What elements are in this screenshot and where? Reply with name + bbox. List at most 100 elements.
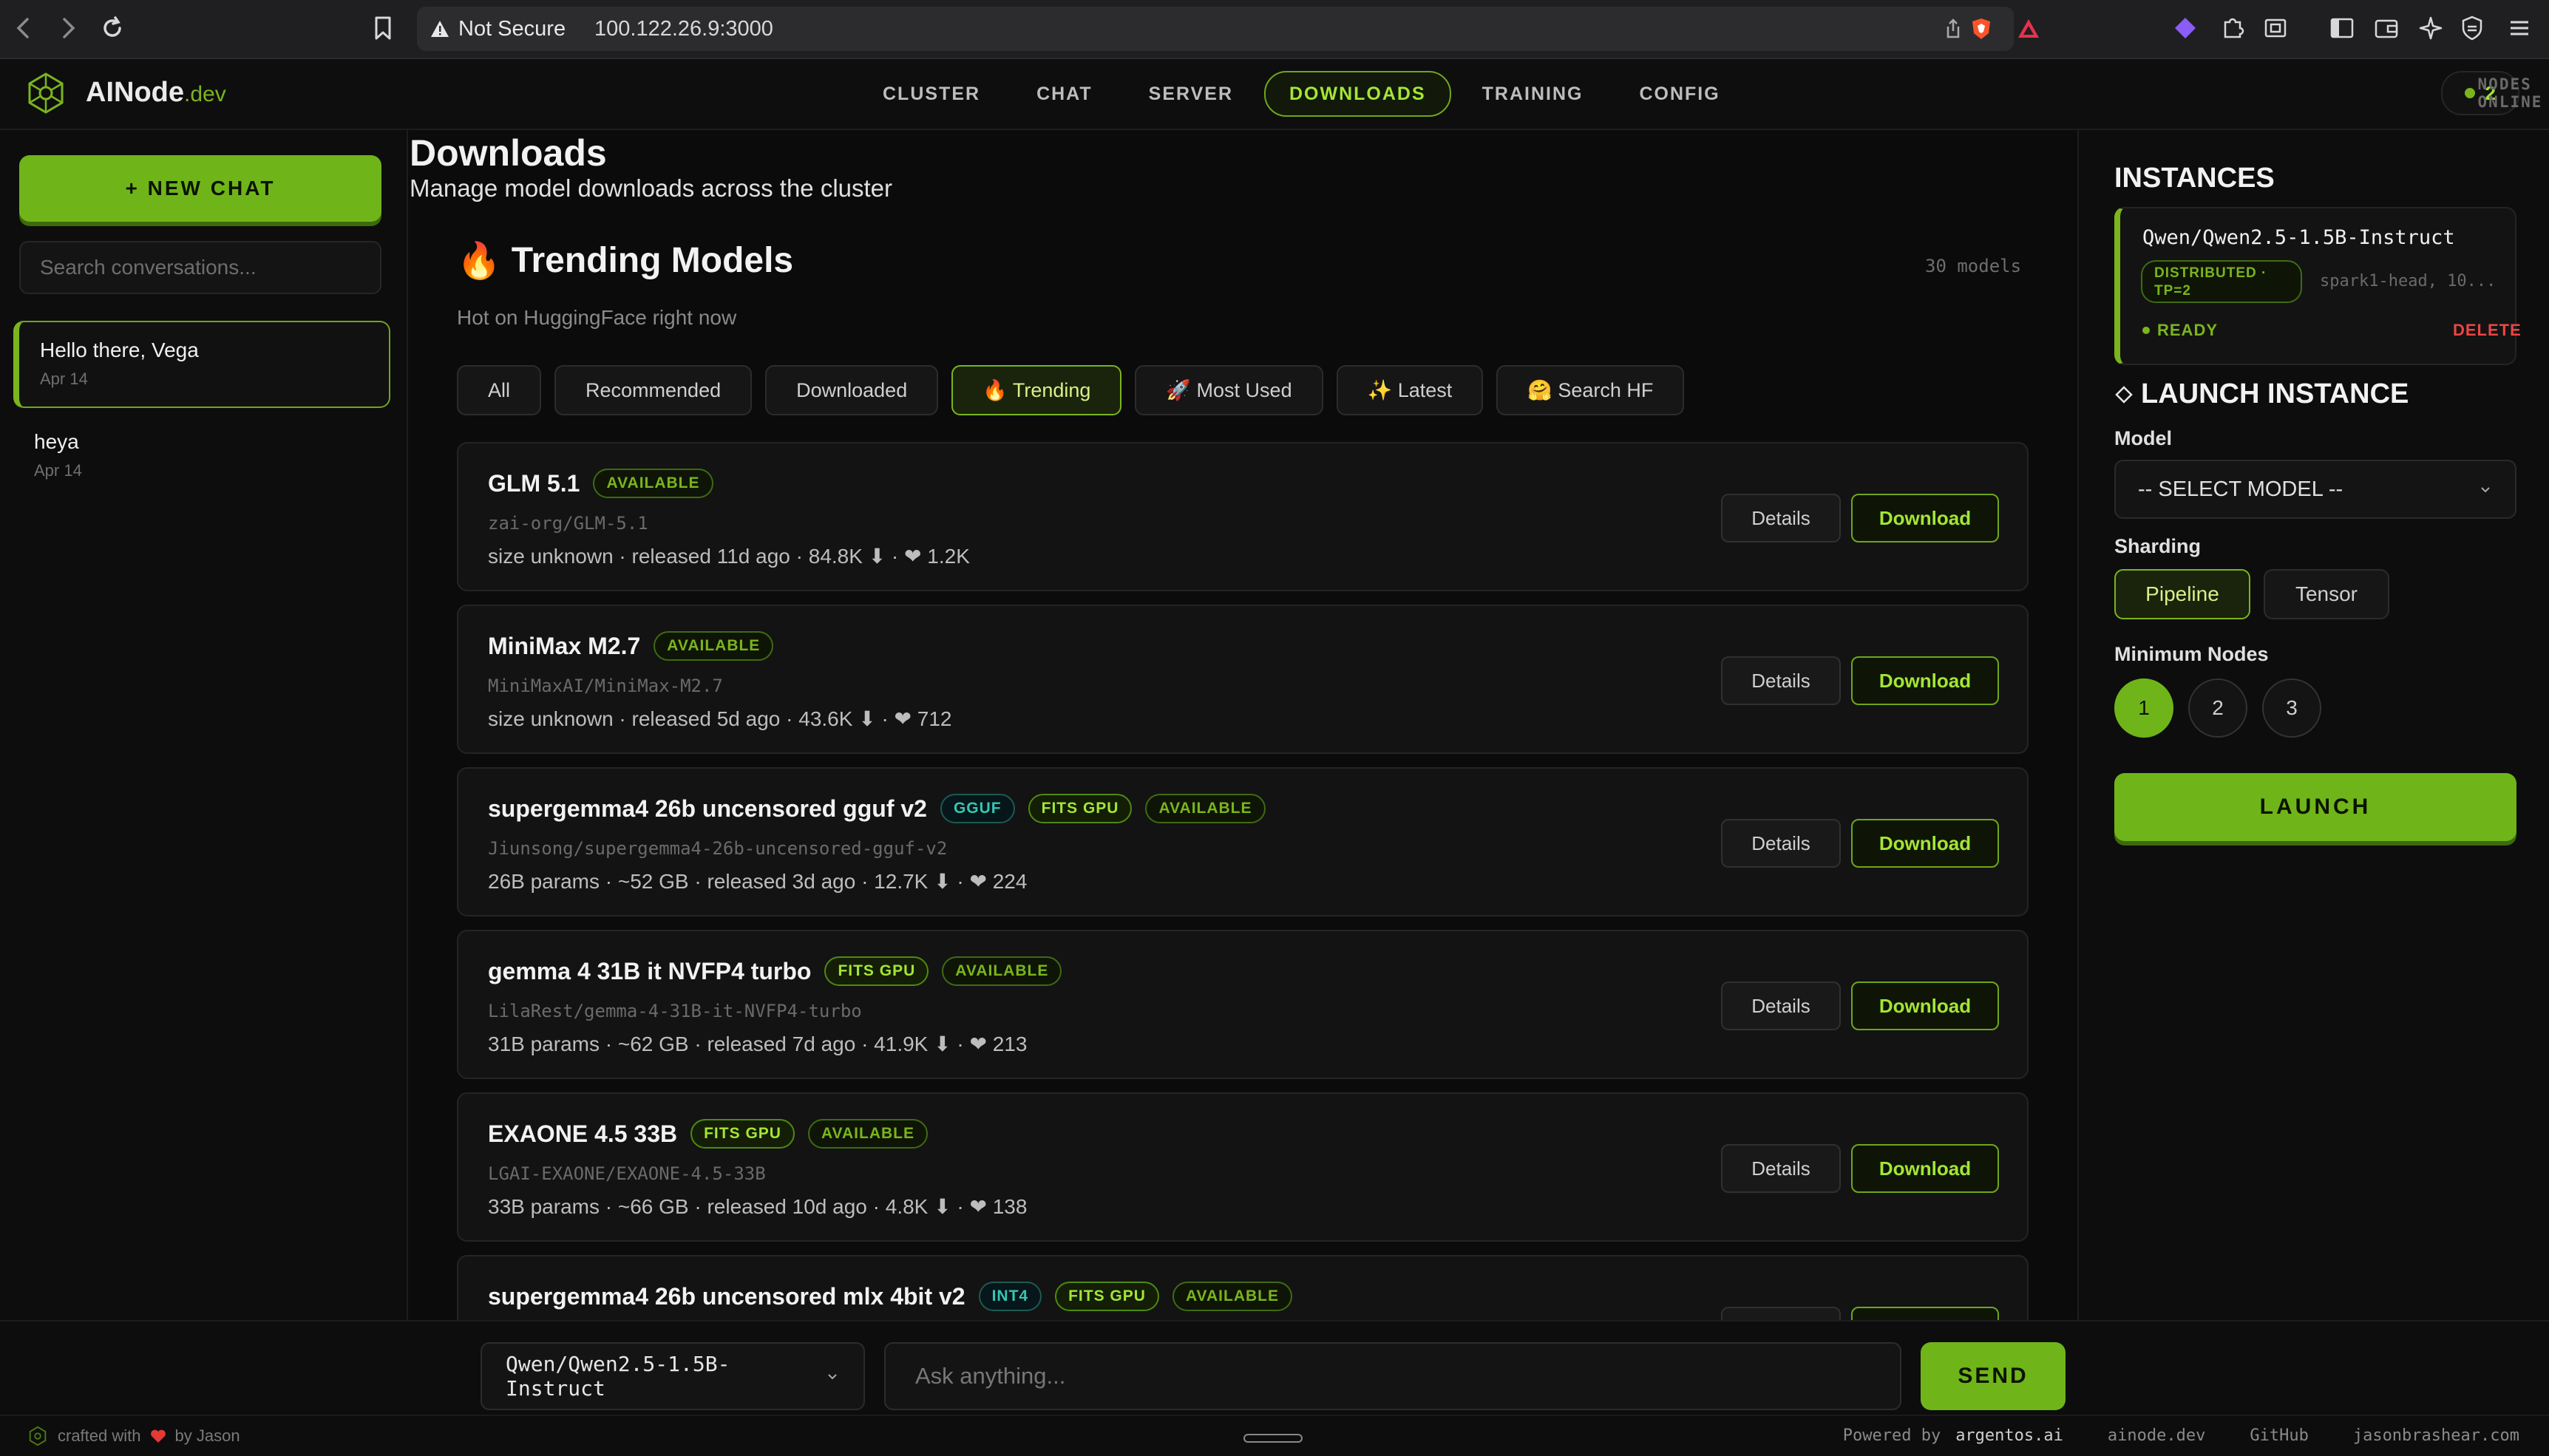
- reload-icon[interactable]: [98, 13, 127, 43]
- min-nodes-1-button[interactable]: 1: [2114, 678, 2173, 738]
- chevron-right-icon[interactable]: [53, 13, 83, 43]
- warning-triangle-icon[interactable]: [430, 20, 449, 38]
- nodes-online-badge[interactable]: 2 NODES ONLINE: [2440, 71, 2541, 115]
- download-button[interactable]: Download: [1851, 494, 1999, 542]
- logo-text[interactable]: AINode.dev: [86, 77, 226, 109]
- launch-button[interactable]: LAUNCH: [2114, 773, 2516, 841]
- sharding-pipeline-button[interactable]: Pipeline: [2114, 569, 2250, 619]
- launch-instance-title: LAUNCH INSTANCE: [2114, 378, 2409, 410]
- download-button[interactable]: Download: [1851, 1144, 1999, 1193]
- tab-cluster[interactable]: CLUSTER: [858, 71, 1005, 117]
- model-card[interactable]: supergemma4 26b uncensored mlx 4bit v2 IN…: [457, 1255, 2029, 1320]
- model-badge-available: AVAILABLE: [593, 469, 713, 498]
- wallet-icon[interactable]: [2372, 13, 2401, 43]
- filter-search-hf[interactable]: 🤗 Search HF: [1496, 365, 1685, 415]
- drag-handle[interactable]: [1243, 1434, 1303, 1443]
- send-button[interactable]: SEND: [1921, 1342, 2066, 1410]
- details-button[interactable]: Details: [1721, 656, 1841, 705]
- sidebar: + NEW CHAT Hello there, Vega Apr 14 heya…: [0, 130, 408, 1320]
- model-repo: Jiunsong/supergemma4-26b-uncensored-gguf…: [488, 838, 948, 859]
- puzzle-icon[interactable]: [2218, 13, 2247, 43]
- chat-model-select[interactable]: Qwen/Qwen2.5-1.5B-Instruct: [481, 1342, 865, 1410]
- crafted-suffix: by Jason: [174, 1426, 240, 1445]
- model-name-row: gemma 4 31B it NVFP4 turbo FITS GPU AVAILA…: [488, 956, 1062, 986]
- filter-latest[interactable]: ✨ Latest: [1336, 365, 1484, 415]
- model-card[interactable]: supergemma4 26b uncensored gguf v2 GGUF FI…: [457, 767, 2029, 916]
- sharding-tensor-button[interactable]: Tensor: [2264, 569, 2389, 619]
- section-subtitle: Hot on HuggingFace right now: [457, 306, 737, 329]
- footer-links: Powered by argentos.ai ainode.dev GitHub…: [1843, 1426, 2519, 1445]
- tab-downloads[interactable]: DOWNLOADS: [1264, 71, 1451, 117]
- delete-instance-button[interactable]: DELETE: [2453, 321, 2522, 340]
- details-button[interactable]: Details: [1721, 819, 1841, 868]
- share-icon[interactable]: [1941, 17, 1965, 41]
- model-card[interactable]: GLM 5.1 AVAILABLE zai-org/GLM-5.1 size unkn…: [457, 442, 2029, 591]
- filter-tabs: All Recommended Downloaded 🔥 Trending 🚀 …: [457, 365, 1685, 415]
- sharding-label: Sharding: [2114, 535, 2202, 557]
- model-badge-available: AVAILABLE: [1172, 1282, 1292, 1311]
- footer-link-ainode[interactable]: ainode.dev: [2108, 1426, 2205, 1445]
- search-conversations-input[interactable]: [19, 241, 381, 294]
- brave-rewards-icon[interactable]: [2017, 17, 2040, 41]
- logo-name: AINode: [86, 77, 184, 108]
- model-badge-gguf: GGUF: [940, 794, 1015, 823]
- extension-diamond-icon[interactable]: [2170, 13, 2200, 43]
- tab-server[interactable]: SERVER: [1124, 71, 1258, 117]
- model-card[interactable]: gemma 4 31B it NVFP4 turbo FITS GPU AVAILA…: [457, 930, 2029, 1079]
- address-bar[interactable]: Not Secure 100.122.26.9:3000: [417, 7, 2039, 51]
- filter-recommended[interactable]: Recommended: [554, 365, 753, 415]
- screenshot-icon[interactable]: [2261, 13, 2290, 43]
- footer-link-github[interactable]: GitHub: [2250, 1426, 2308, 1445]
- filter-downloaded[interactable]: Downloaded: [765, 365, 939, 415]
- model-card[interactable]: MiniMax M2.7 AVAILABLE MiniMaxAI/MiniMax-M…: [457, 605, 2029, 754]
- network-node-icon[interactable]: [22, 69, 69, 117]
- download-button[interactable]: Download: [1851, 819, 1999, 868]
- filter-trending[interactable]: 🔥 Trending: [951, 365, 1122, 415]
- details-button[interactable]: Details: [1721, 494, 1841, 542]
- model-card[interactable]: EXAONE 4.5 33B FITS GPU AVAILABLE LGAI-EXAO…: [457, 1092, 2029, 1242]
- tab-config[interactable]: CONFIG: [1614, 71, 1745, 117]
- ask-input[interactable]: [884, 1342, 1901, 1410]
- footer-link-website[interactable]: jasonbrashear.com: [2353, 1426, 2519, 1445]
- tab-training[interactable]: TRAINING: [1457, 71, 1609, 117]
- bookmark-icon[interactable]: [368, 13, 398, 43]
- details-button[interactable]: Details: [1721, 982, 1841, 1030]
- browser-toolbar: Not Secure 100.122.26.9:3000: [0, 0, 2549, 59]
- instance-mode-line1: DISTRIBUTED ·: [2154, 265, 2267, 281]
- url-text[interactable]: 100.122.26.9:3000: [594, 17, 773, 41]
- instances-panel: INSTANCES Qwen/Qwen2.5-1.5B-Instruct DIS…: [2077, 130, 2549, 1320]
- menu-icon[interactable]: [2505, 13, 2534, 43]
- conversation-item[interactable]: heya Apr 14: [13, 414, 390, 501]
- model-meta: 26B params · ~52 GB · released 3d ago · …: [488, 870, 1028, 893]
- vpn-shield-icon[interactable]: [2457, 13, 2487, 43]
- details-button[interactable]: Details: [1721, 1144, 1841, 1193]
- min-nodes-3-button[interactable]: 3: [2262, 678, 2321, 738]
- model-badge-available: AVAILABLE: [1145, 794, 1266, 823]
- model-badge-fits: FITS GPU: [690, 1119, 795, 1149]
- leo-ai-icon[interactable]: [2416, 13, 2446, 43]
- min-nodes-label: Minimum Nodes: [2114, 643, 2269, 665]
- brave-shield-icon[interactable]: [1969, 17, 1993, 41]
- security-label[interactable]: Not Secure: [458, 17, 566, 41]
- filter-all[interactable]: All: [457, 365, 542, 415]
- chevron-left-icon[interactable]: [9, 13, 38, 43]
- min-nodes-2-button[interactable]: 2: [2188, 678, 2247, 738]
- sidebar-toggle-icon[interactable]: [2327, 13, 2357, 43]
- model-name-row: MiniMax M2.7 AVAILABLE: [488, 631, 774, 661]
- model-select-value: -- SELECT MODEL --: [2138, 477, 2343, 501]
- model-meta: 33B params · ~66 GB · released 10d ago ·…: [488, 1195, 1028, 1218]
- details-button[interactable]: Details: [1721, 1307, 1841, 1320]
- conversation-item[interactable]: Hello there, Vega Apr 14: [13, 321, 390, 408]
- instance-card[interactable]: Qwen/Qwen2.5-1.5B-Instruct DISTRIBUTED ·…: [2114, 207, 2521, 365]
- tab-chat[interactable]: CHAT: [1011, 71, 1118, 117]
- fire-icon: 🔥: [457, 242, 501, 281]
- download-button[interactable]: Download: [1851, 982, 1999, 1030]
- filter-most-used[interactable]: 🚀 Most Used: [1135, 365, 1323, 415]
- download-button[interactable]: Download: [1851, 656, 1999, 705]
- model-meta: size unknown · released 11d ago · 84.8K …: [488, 545, 970, 568]
- model-select[interactable]: -- SELECT MODEL --: [2114, 460, 2516, 519]
- new-chat-button[interactable]: + NEW CHAT: [19, 155, 381, 222]
- download-button[interactable]: Download: [1851, 1307, 1999, 1320]
- instance-name: Qwen/Qwen2.5-1.5B-Instruct: [2142, 226, 2455, 249]
- powered-link[interactable]: argentos.ai: [1955, 1426, 2063, 1445]
